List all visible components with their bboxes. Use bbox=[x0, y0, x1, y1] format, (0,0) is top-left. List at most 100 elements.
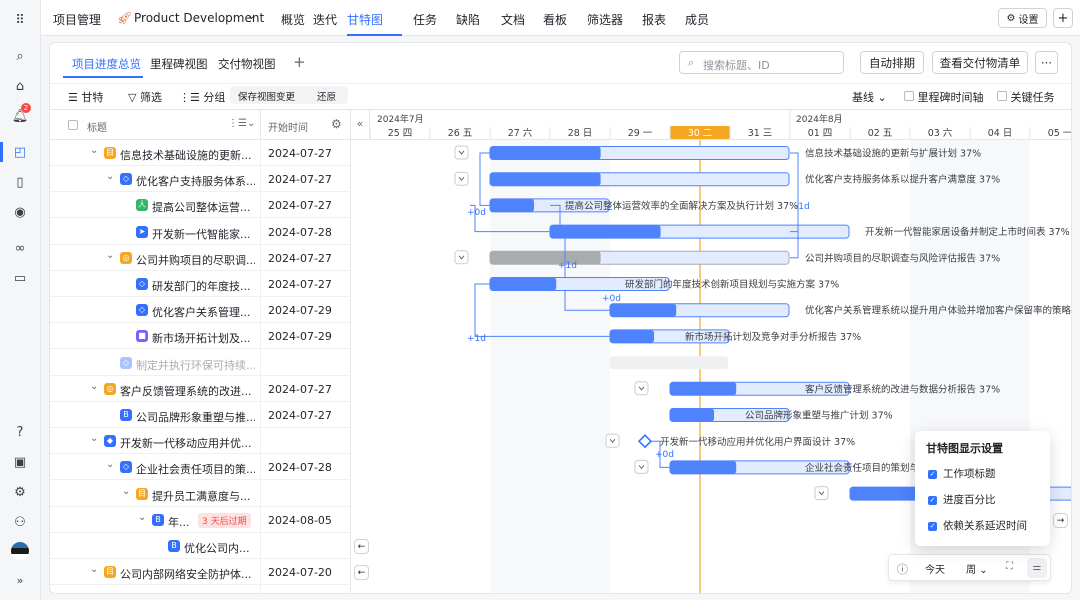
task-progress bbox=[490, 172, 601, 186]
inbox-icon[interactable]: ▣ bbox=[10, 452, 30, 472]
row-collapse-toggle bbox=[814, 486, 829, 501]
project-label[interactable]: 项目管理 bbox=[53, 11, 101, 28]
nav-tab[interactable]: 概览 bbox=[281, 11, 305, 28]
left-rail: ⠿ ⌕ ⌂ 🔔︎ 2 ◰ ▯ ◉ ∞ ▭ ? ▣ ⚙ ⚇ » bbox=[0, 0, 41, 600]
row-collapse-toggle bbox=[634, 459, 649, 474]
bar-label: 公司品牌形象重塑与推广计划 37% bbox=[745, 410, 893, 422]
dependency-line bbox=[479, 152, 490, 206]
add-button[interactable]: + bbox=[1053, 8, 1073, 28]
row-collapse-toggle bbox=[634, 381, 649, 396]
chevron-down-icon: ⌄ bbox=[979, 565, 988, 576]
option-progress[interactable]: ✓ 进度百分比 bbox=[928, 492, 996, 507]
scroll-left-icon[interactable]: ← bbox=[354, 539, 369, 554]
link-icon[interactable]: ∞ bbox=[10, 238, 30, 258]
task-progress bbox=[610, 303, 677, 317]
fullscreen-icon[interactable]: ⛶ bbox=[1006, 561, 1013, 572]
apps-grid-icon[interactable]: ⠿ bbox=[10, 10, 30, 30]
nav-tab[interactable]: 看板 bbox=[543, 11, 567, 28]
option-label: 进度百分比 bbox=[943, 494, 996, 506]
nav-tab[interactable]: 迭代 bbox=[313, 11, 337, 28]
nav-tab[interactable]: 甘特图 bbox=[347, 11, 383, 28]
bar-label: 提高公司整体运营效率的全面解决方案及执行计划 37% bbox=[565, 200, 798, 212]
bar-label: 开发新一代智能家居设备并制定上市时间表 37% bbox=[865, 226, 1070, 238]
bar-label: 客户反馈管理系统的改进与数据分析报告 37% bbox=[805, 383, 1000, 395]
task-progress bbox=[490, 146, 601, 160]
task-progress bbox=[490, 198, 535, 212]
add-user-icon[interactable]: ⚇ bbox=[10, 512, 30, 532]
checkbox-checked-icon: ✓ bbox=[928, 469, 937, 479]
row-collapse-toggle bbox=[605, 433, 620, 448]
bottom-controls: ⓘ 今天 周 ⌄ ⛶ ⚌ bbox=[888, 554, 1051, 581]
search-icon[interactable]: ⌕ bbox=[10, 46, 30, 66]
day-label: 01 四 bbox=[808, 128, 833, 139]
expand-icon[interactable]: » bbox=[10, 570, 30, 590]
scale-select[interactable]: 周 ⌄ bbox=[966, 561, 988, 576]
task-progress bbox=[490, 277, 557, 291]
display-settings-popup: 甘特图显示设置 ✓ 工作项标题 ✓ 进度百分比 ✓ 依赖关系延迟时间 bbox=[915, 431, 1050, 546]
day-label: 04 日 bbox=[988, 128, 1013, 139]
avatar[interactable] bbox=[11, 542, 29, 560]
dependency-label: -1d bbox=[795, 202, 810, 212]
chevron-down-icon[interactable]: ⌄ bbox=[247, 11, 255, 22]
nav-tab[interactable]: 文档 bbox=[501, 11, 525, 28]
nav-tab[interactable]: 报表 bbox=[642, 11, 666, 28]
scroll-left-icon[interactable]: ← bbox=[354, 565, 369, 580]
gear-icon[interactable]: ⚙ bbox=[10, 482, 30, 502]
nav-tab[interactable]: 成员 bbox=[685, 11, 709, 28]
popup-title: 甘特图显示设置 bbox=[926, 442, 1003, 455]
home-icon[interactable]: ⌂ bbox=[10, 76, 30, 96]
task-progress bbox=[490, 251, 601, 265]
dependency-label: +0d bbox=[467, 208, 486, 218]
placeholder-bar bbox=[610, 356, 728, 370]
checkbox-checked-icon: ✓ bbox=[928, 495, 937, 505]
nav-active-underline bbox=[347, 34, 402, 36]
top-bar: 项目管理 🚀︎ Product Development ⌄ 概览 迭代 甘特图 任务 缺… bbox=[41, 0, 1080, 36]
rocket-icon: 🚀︎ bbox=[117, 11, 133, 25]
task-progress bbox=[610, 329, 655, 343]
dependency-line bbox=[790, 152, 799, 233]
scroll-right-icon[interactable]: → bbox=[1053, 513, 1068, 528]
bar-label: 信息技术基础设施的更新与扩展计划 37% bbox=[805, 148, 981, 160]
info-icon[interactable]: ⓘ bbox=[897, 561, 908, 577]
nav-tab[interactable]: 缺陷 bbox=[456, 11, 480, 28]
day-label: 31 三 bbox=[748, 128, 773, 139]
settings-button[interactable]: ⚙ 设置 bbox=[998, 8, 1047, 28]
help-icon[interactable]: ? bbox=[10, 422, 30, 442]
nav-tab[interactable]: 任务 bbox=[413, 11, 437, 28]
day-label: 05 一 bbox=[1048, 128, 1072, 139]
bar-label: 公司并购项目的尽职调查与风险评估报告 37% bbox=[805, 252, 1000, 264]
row-collapse-toggle bbox=[454, 171, 469, 186]
compass-icon[interactable]: ◉ bbox=[10, 202, 30, 222]
option-title[interactable]: ✓ 工作项标题 bbox=[928, 466, 996, 481]
doc-icon[interactable]: ▯ bbox=[10, 172, 30, 192]
display-settings-icon[interactable]: ⚌ bbox=[1027, 558, 1047, 578]
bar-label: 企业社会责任项目的策划与执 bbox=[805, 462, 929, 474]
dependency-label: +0d bbox=[602, 294, 621, 304]
task-progress bbox=[550, 225, 661, 239]
checkbox-checked-icon: ✓ bbox=[928, 521, 937, 531]
day-label: 30 二 bbox=[688, 128, 713, 139]
bar-label: 开发新一代移动应用并优化用户界面设计 37% bbox=[660, 436, 855, 448]
day-label: 02 五 bbox=[868, 128, 893, 139]
settings-label: 设置 bbox=[1018, 14, 1039, 26]
project-name[interactable]: Product Development bbox=[134, 11, 264, 25]
milestone-diamond bbox=[637, 434, 653, 449]
nav-tab[interactable]: 筛选器 bbox=[587, 11, 623, 28]
day-label: 26 五 bbox=[448, 128, 473, 139]
file-icon[interactable]: ▭ bbox=[10, 268, 30, 288]
bar-label: 研发部门的年度技术创新项目规划与实施方案 37% bbox=[625, 279, 839, 291]
dependency-line bbox=[790, 179, 799, 259]
today-button[interactable]: 今天 bbox=[925, 561, 945, 576]
project-icon[interactable]: ◰ bbox=[10, 142, 30, 162]
option-dependency[interactable]: ✓ 依赖关系延迟时间 bbox=[928, 518, 1027, 533]
bar-label: 优化客户关系管理系统以提升用户体验并增加客户保留率的策略分析 bbox=[805, 305, 1072, 317]
row-collapse-toggle bbox=[454, 250, 469, 265]
dependency-label: +1d bbox=[467, 334, 486, 344]
option-label: 工作项标题 bbox=[943, 468, 996, 480]
task-progress bbox=[670, 382, 737, 396]
option-label: 依赖关系延迟时间 bbox=[943, 520, 1027, 532]
task-progress bbox=[670, 460, 737, 474]
day-label: 25 四 bbox=[388, 128, 413, 139]
day-label: 28 日 bbox=[568, 128, 593, 139]
notification-badge: 2 bbox=[21, 103, 31, 113]
